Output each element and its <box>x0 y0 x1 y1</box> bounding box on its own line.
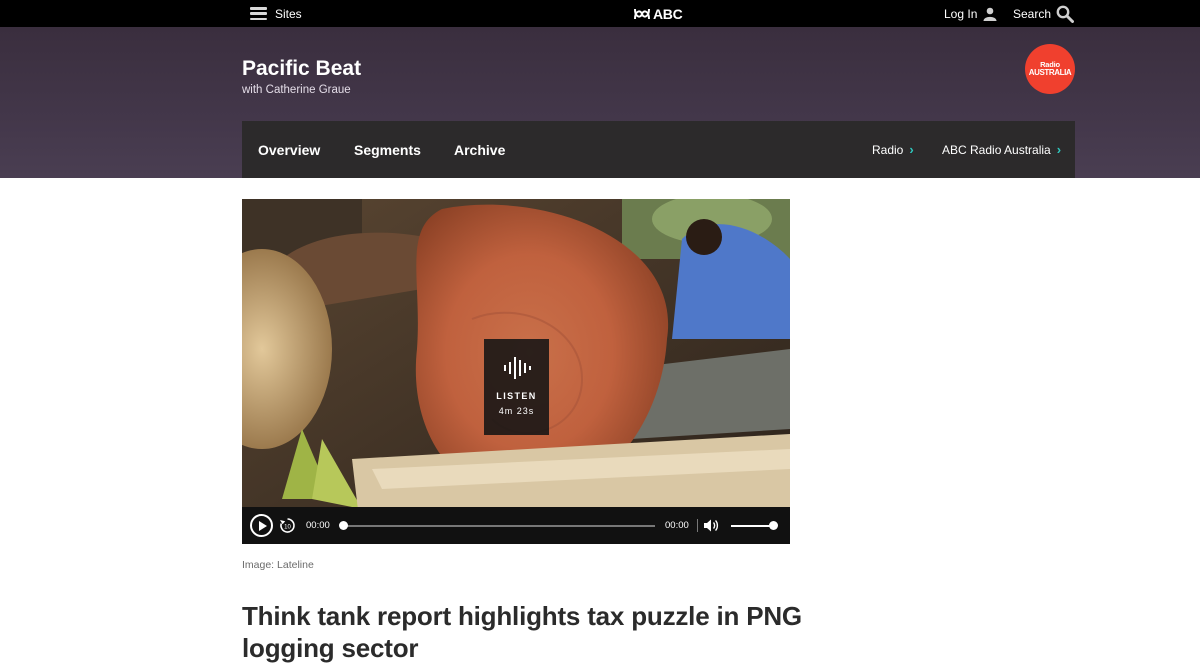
sites-label: Sites <box>275 6 302 21</box>
search-icon <box>1056 5 1075 23</box>
crumb-abc-radio-australia[interactable]: ABC Radio Australia › <box>942 121 1061 178</box>
abc-logo[interactable]: ABC <box>634 0 683 27</box>
tab-overview[interactable]: Overview <box>258 121 320 178</box>
volume-track[interactable] <box>731 525 773 527</box>
volume-icon[interactable] <box>703 518 719 533</box>
crumb-radio[interactable]: Radio › <box>872 121 914 178</box>
crumb-radio-label: Radio <box>872 142 904 157</box>
abc-lissajous-icon <box>634 8 650 19</box>
search-button[interactable]: Search <box>1013 0 1075 27</box>
crumb-abc-radio-australia-label: ABC Radio Australia <box>942 142 1051 157</box>
chevron-right-icon: › <box>909 142 914 157</box>
search-label: Search <box>1013 6 1052 21</box>
abc-logo-text: ABC <box>653 5 683 22</box>
tab-archive[interactable]: Archive <box>454 121 505 178</box>
program-subnav: Overview Segments Archive Radio › ABC Ra… <box>242 121 1075 178</box>
article-headline: Think tank report highlights tax puzzle … <box>242 601 802 663</box>
global-nav-bar: Sites ABC Log In Search <box>0 0 1200 27</box>
listen-label: LISTEN <box>496 391 537 401</box>
volume-handle[interactable] <box>769 521 778 530</box>
sites-menu-button[interactable]: Sites <box>250 0 302 27</box>
replay-10-icon[interactable]: 10 <box>279 517 296 534</box>
program-header: Pacific Beat with Catherine Graue Radio … <box>0 27 1200 178</box>
listen-duration: 4m 23s <box>498 406 535 416</box>
play-button[interactable] <box>250 514 273 537</box>
login-button[interactable]: Log In <box>944 0 997 27</box>
program-title[interactable]: Pacific Beat <box>242 57 361 81</box>
seek-handle[interactable] <box>339 521 348 530</box>
current-time: 00:00 <box>306 520 330 531</box>
divider <box>697 519 698 532</box>
total-time: 00:00 <box>665 520 689 531</box>
tab-segments[interactable]: Segments <box>354 121 421 178</box>
program-host: with Catherine Graue <box>242 84 351 96</box>
listen-overlay[interactable]: LISTEN 4m 23s <box>484 339 549 435</box>
seek-track[interactable] <box>342 525 655 527</box>
audio-waveform-icon <box>503 357 531 379</box>
user-icon <box>983 7 997 21</box>
audio-media-player: LISTEN 4m 23s 10 00:00 00:00 <box>242 199 790 544</box>
audio-controls: 10 00:00 00:00 <box>242 507 790 544</box>
radio-australia-logo[interactable]: Radio AUSTRALIA <box>1025 44 1075 94</box>
svg-text:10: 10 <box>284 525 291 531</box>
network-logo-line2: AUSTRALIA <box>1028 67 1072 77</box>
login-label: Log In <box>944 6 978 21</box>
image-caption: Image: Lateline <box>242 559 314 571</box>
hamburger-icon <box>250 7 267 20</box>
chevron-right-icon: › <box>1056 142 1062 157</box>
